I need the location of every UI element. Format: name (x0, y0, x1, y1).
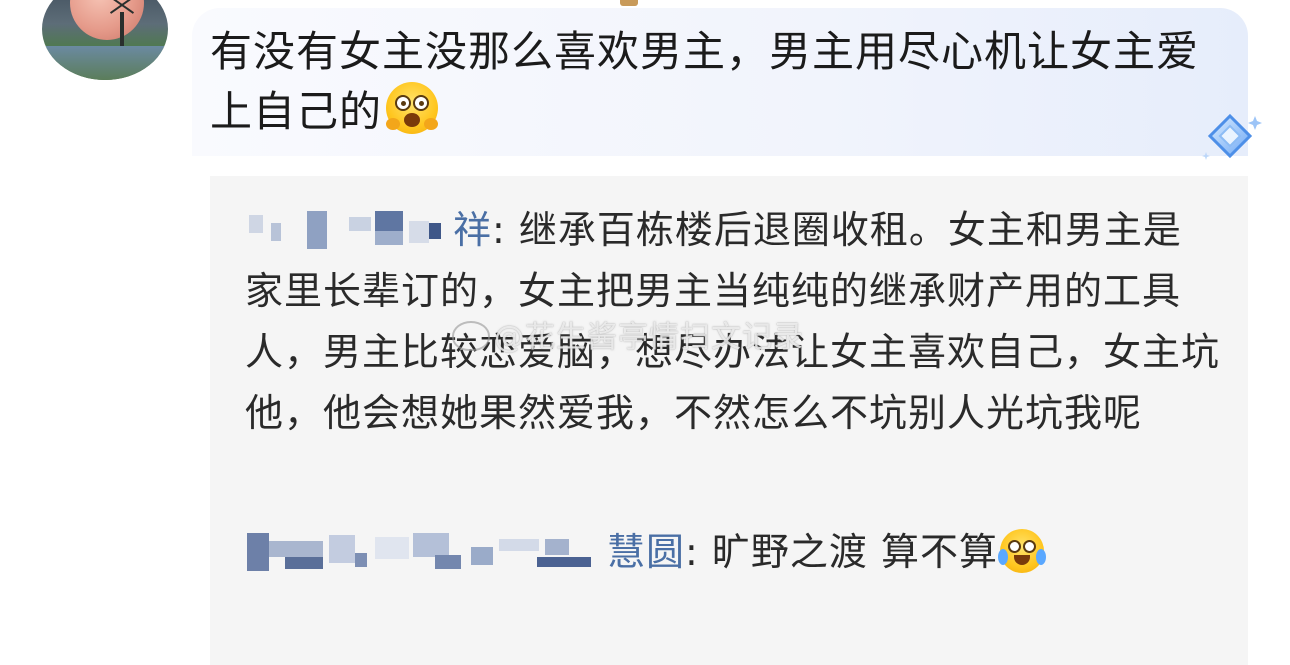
comment-username[interactable]: 祥 (453, 200, 492, 261)
watermark: @花生酱亭情扫文记录 (452, 312, 804, 356)
redacted-username (245, 209, 453, 249)
weibo-logo-icon (452, 321, 490, 351)
comment-separator: : (685, 530, 712, 574)
diamond-badge-icon (1202, 113, 1262, 160)
avatar[interactable] (42, 0, 168, 80)
shocked-face-emoji-icon (386, 82, 439, 134)
avatar-landscape (42, 46, 168, 80)
partial-icon (620, 0, 638, 6)
comment-separator: : (492, 208, 519, 252)
avatar-windmill (120, 12, 124, 46)
comment-item: 慧圆: 旷野之渡 算不算 (245, 522, 1220, 583)
comment-username[interactable]: 慧圆 (607, 522, 685, 583)
post-content: 有没有女主没那么喜欢男主，男主用尽心机让女主爱上自己的 (210, 22, 1230, 142)
post-text: 有没有女主没那么喜欢男主，男主用尽心机让女主爱上自己的 (210, 27, 1200, 136)
avatar-moon (70, 0, 144, 40)
comment-text: 旷野之渡 算不算 (711, 530, 998, 574)
redacted-username (245, 531, 607, 571)
watermark-text: @花生酱亭情扫文记录 (494, 320, 804, 355)
crying-face-emoji-icon (998, 529, 1046, 573)
